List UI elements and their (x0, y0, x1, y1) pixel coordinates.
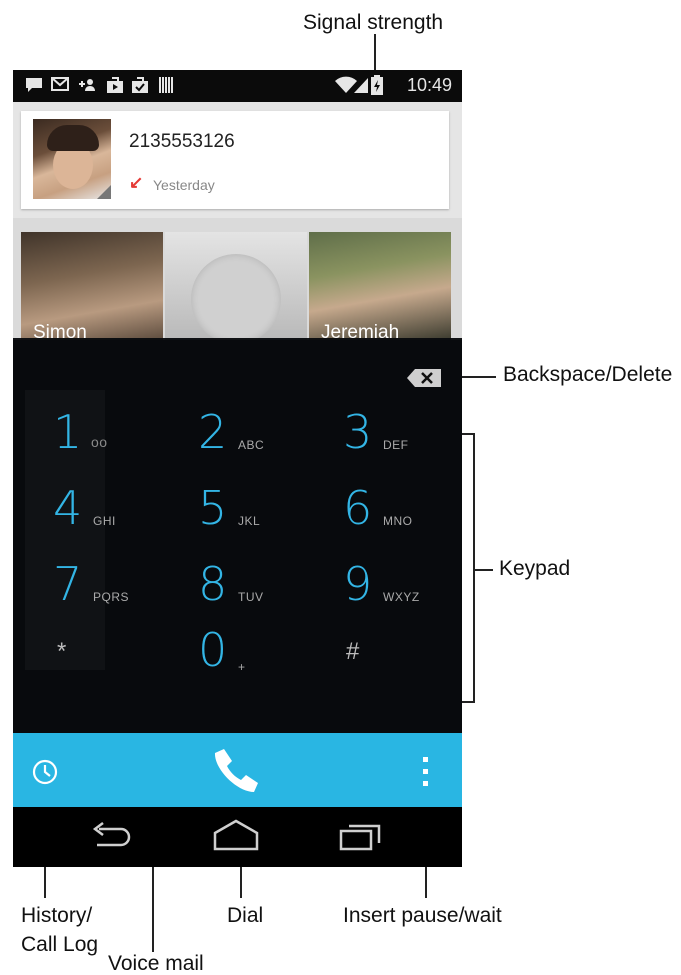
key-6-digit: 6 (343, 481, 373, 535)
key-8[interactable]: 8 TUV (198, 556, 348, 632)
recents-button[interactable] (339, 821, 383, 851)
dialer-action-bar (13, 733, 462, 807)
overflow-menu-button[interactable] (418, 755, 432, 789)
phone-screen: 10:49 2135553126 ↙ Yesterday Simon Jerem… (13, 70, 462, 867)
shopping-bag-icon (131, 77, 149, 99)
signal-icon (353, 76, 369, 99)
battery-charging-icon (371, 75, 383, 100)
callout-dial: Dial (227, 904, 264, 927)
avatar-corner (97, 185, 111, 199)
key-8-digit: 8 (198, 557, 228, 611)
navigation-bar (13, 807, 462, 867)
key-9[interactable]: 9 WXYZ (343, 556, 462, 632)
backspace-icon (407, 369, 441, 387)
key-4-letters: GHI (93, 514, 116, 528)
back-icon (92, 822, 131, 847)
key-3-digit: 3 (343, 405, 373, 459)
dialpad-panel: 1 oo 2 ABC 3 DEF 4 GHI 5 JKL 6 MNO 7 PQR… (13, 338, 462, 733)
favorite-tile-jeremiah[interactable]: Jeremiah (309, 232, 451, 340)
placeholder-avatar (191, 254, 281, 340)
key-star-symbol: * (57, 638, 67, 665)
key-2-digit: 2 (198, 405, 228, 459)
key-5[interactable]: 5 JKL (198, 480, 348, 556)
callout-voicemail: Voice mail (108, 952, 204, 975)
message-icon (25, 77, 43, 98)
key-hash-symbol: # (346, 638, 360, 665)
recents-icon (339, 824, 381, 851)
back-button[interactable] (89, 821, 133, 851)
dial-button[interactable] (209, 745, 261, 797)
key-8-letters: TUV (238, 590, 264, 604)
keypad-bracket-vertical (473, 433, 475, 703)
key-9-letters: WXYZ (383, 590, 420, 604)
favorite-tile-simon[interactable]: Simon (21, 232, 163, 340)
history-icon (32, 759, 58, 785)
recent-contact-avatar (33, 119, 111, 199)
callout-insert-pause: Insert pause/wait (343, 904, 502, 927)
key-6[interactable]: 6 MNO (343, 480, 462, 556)
key-5-digit: 5 (198, 481, 228, 535)
key-1[interactable]: 1 oo (53, 404, 203, 480)
key-hash[interactable]: # (346, 638, 462, 714)
status-time: 10:49 (406, 75, 452, 95)
callout-backspace: Backspace/Delete (503, 363, 673, 386)
favorites-strip: Simon Jeremiah (13, 218, 462, 340)
callout-history: History/ (21, 904, 93, 927)
missed-call-icon: ↙ (129, 173, 144, 192)
recent-call-number: 2135553126 (129, 131, 235, 152)
key-0-letters: + (238, 660, 246, 674)
status-bar: 10:49 (13, 70, 462, 102)
callout-signal-strength: Signal strength (303, 11, 444, 34)
avatar-hair (47, 125, 99, 151)
key-1-digit: 1 (53, 405, 83, 459)
key-0-digit: 0 (198, 623, 228, 677)
key-4-digit: 4 (53, 481, 83, 535)
backspace-button[interactable] (407, 369, 441, 387)
callout-call-log: Call Log (21, 933, 99, 956)
key-7-digit: 7 (53, 557, 83, 611)
voicemail-icon: oo (91, 434, 108, 450)
gmail-icon (51, 77, 69, 96)
key-3[interactable]: 3 DEF (343, 404, 462, 480)
key-star[interactable]: * (57, 638, 207, 714)
key-9-digit: 9 (343, 557, 373, 611)
recent-call-card[interactable]: 2135553126 ↙ Yesterday (21, 111, 449, 209)
key-3-letters: DEF (383, 438, 409, 452)
leader-keypad (475, 569, 493, 571)
callout-keypad: Keypad (499, 557, 571, 580)
key-5-letters: JKL (238, 514, 261, 528)
phone-icon (214, 749, 258, 792)
recent-call-time: Yesterday (153, 177, 215, 193)
key-4[interactable]: 4 GHI (53, 480, 203, 556)
play-store-icon (106, 77, 124, 99)
key-0[interactable]: 0 + (198, 622, 348, 698)
home-icon (213, 819, 259, 851)
add-contact-icon (77, 77, 97, 98)
home-button[interactable] (213, 819, 259, 851)
history-button[interactable] (31, 758, 59, 786)
key-7-letters: PQRS (93, 590, 130, 604)
barcode-icon (159, 77, 175, 98)
key-2-letters: ABC (238, 438, 265, 452)
key-7[interactable]: 7 PQRS (53, 556, 203, 632)
favorite-tile-placeholder[interactable] (165, 232, 307, 340)
key-2[interactable]: 2 ABC (198, 404, 348, 480)
overflow-menu-icon (423, 757, 428, 786)
key-6-letters: MNO (383, 514, 413, 528)
recent-call-area: 2135553126 ↙ Yesterday (13, 102, 462, 218)
